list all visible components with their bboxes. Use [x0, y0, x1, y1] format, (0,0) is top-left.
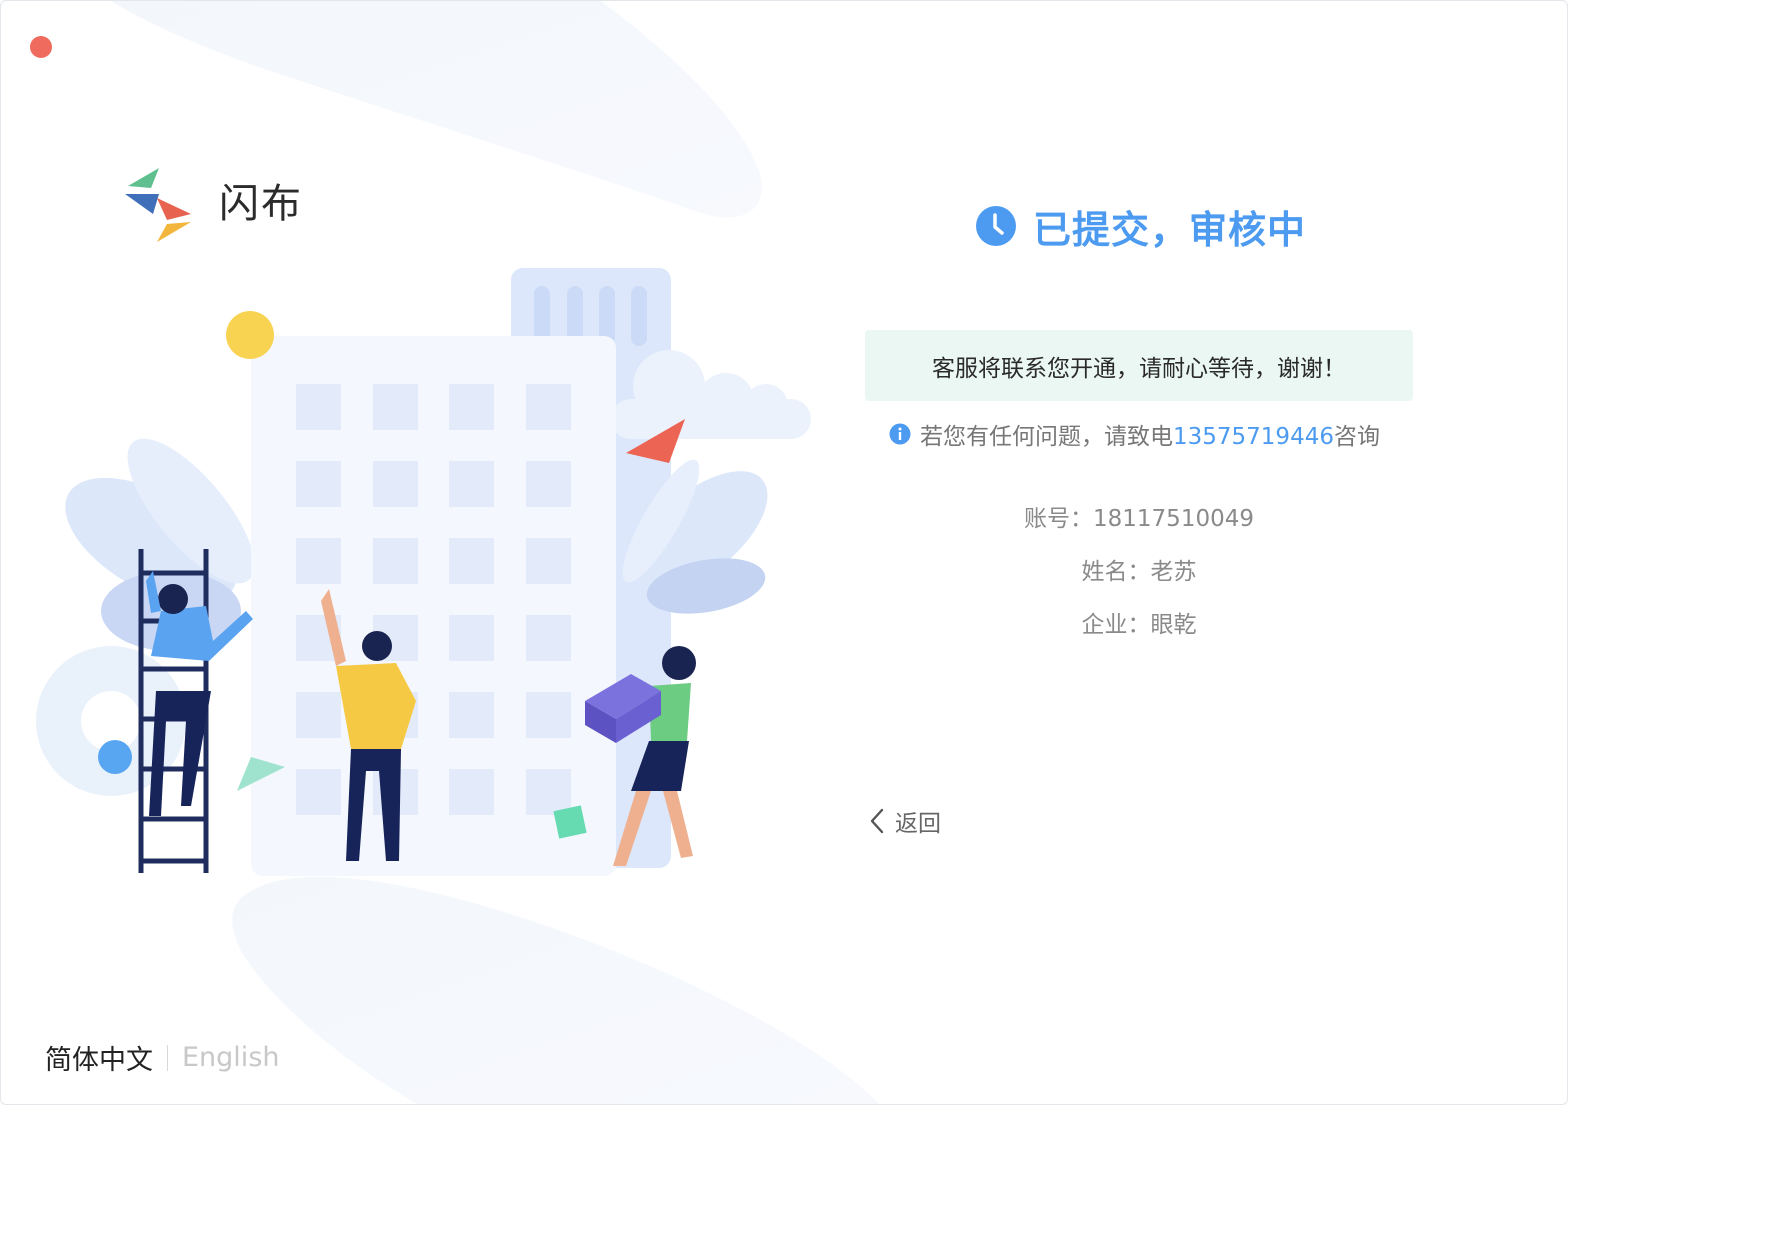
language-switcher: 简体中文 English — [45, 1038, 280, 1077]
company-field: 企业：眼乾 — [1081, 612, 1197, 638]
contact-suffix: 咨询 — [1333, 424, 1380, 450]
status-panel: 已提交，审核中 客服将联系您开通，请耐心等待，谢谢！ 若您有任何问题，请致电13… — [865, 1, 1413, 1104]
contact-line: 若您有任何问题，请致电13575719446咨询 — [889, 417, 1380, 451]
language-english[interactable]: English — [182, 1042, 280, 1073]
status-title-text: 已提交，审核中 — [1033, 207, 1307, 252]
name-field: 姓名：老苏 — [1081, 559, 1197, 585]
contact-phone-link[interactable]: 13575719446 — [1173, 424, 1334, 450]
language-divider — [167, 1044, 168, 1071]
close-window-button[interactable] — [30, 36, 52, 58]
clock-icon — [976, 206, 1016, 246]
language-chinese[interactable]: 简体中文 — [45, 1038, 153, 1077]
info-icon — [889, 423, 911, 445]
notice-banner: 客服将联系您开通，请耐心等待，谢谢！ — [865, 330, 1413, 401]
office-illustration — [36, 268, 811, 876]
logo-name: 闪布 — [219, 181, 303, 227]
app-window: 闪布 已提交，审核中 客服将联系您开通，请耐心等待，谢谢！ 若您有任何问题，请致… — [0, 0, 1568, 1105]
account-field: 账号：18117510049 — [1024, 506, 1254, 532]
status-title: 已提交，审核中 — [975, 199, 1306, 253]
back-label: 返回 — [895, 811, 941, 837]
chevron-left-icon — [870, 808, 884, 834]
back-button[interactable]: 返回 — [869, 804, 941, 838]
contact-prefix: 若您有任何问题，请致电 — [920, 424, 1173, 450]
